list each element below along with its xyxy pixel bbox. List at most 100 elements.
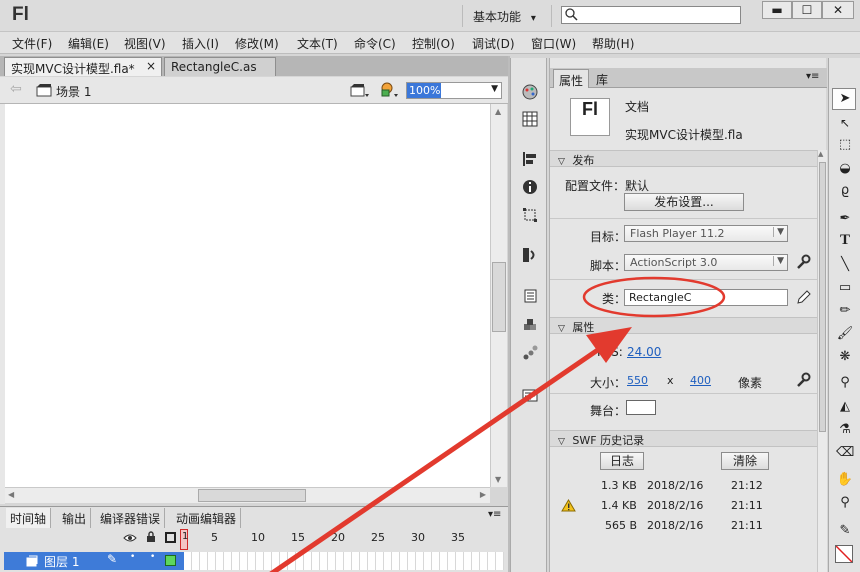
target-select[interactable]: Flash Player 11.2 ▼: [624, 225, 788, 242]
stage-canvas[interactable]: [5, 104, 490, 487]
eraser-tool-icon[interactable]: ⌫: [836, 444, 854, 462]
panel-menu-icon[interactable]: ▾≡: [806, 71, 819, 82]
fill-color-swatch[interactable]: [835, 545, 853, 563]
menu-text[interactable]: 文本(T): [297, 35, 338, 52]
tab-fla-document[interactable]: 实现MVC设计模型.fla* ×: [4, 57, 162, 76]
wrench-icon[interactable]: [795, 372, 811, 388]
3d-rotation-tool-icon[interactable]: ◒: [836, 160, 854, 178]
back-arrow-icon[interactable]: ⇦: [10, 81, 22, 97]
frame-cells[interactable]: [184, 552, 504, 570]
section-properties[interactable]: ▽ 属性: [550, 317, 818, 334]
edit-scene-icon[interactable]: [350, 82, 370, 99]
height-value[interactable]: 400: [690, 374, 711, 387]
stroke-color-icon[interactable]: ✎: [836, 522, 854, 540]
stage-color-swatch[interactable]: [626, 400, 656, 415]
history-size: 1.3 KB: [601, 479, 637, 492]
menu-insert[interactable]: 插入(I): [182, 35, 219, 52]
bone-tool-icon[interactable]: ⚲: [836, 374, 854, 392]
transform-icon[interactable]: [522, 207, 538, 223]
scroll-up-icon[interactable]: ▲: [495, 107, 501, 116]
section-swf-history[interactable]: ▽ SWF 历史记录: [550, 430, 818, 447]
align-icon[interactable]: [522, 151, 538, 167]
layer-row[interactable]: 图层 1 ✎ • •: [4, 552, 504, 570]
code-snippets-icon[interactable]: [522, 247, 538, 263]
menu-view[interactable]: 视图(V): [124, 35, 166, 52]
tab-properties[interactable]: 属性: [553, 69, 589, 88]
tab-library[interactable]: 库: [591, 70, 617, 88]
dot-icon[interactable]: •: [130, 552, 135, 562]
eyedropper-tool-icon[interactable]: ⚗: [836, 421, 854, 439]
scroll-down-icon[interactable]: ▼: [495, 475, 501, 484]
swatches-icon[interactable]: [522, 111, 538, 127]
menu-modify[interactable]: 修改(M): [235, 35, 279, 52]
eye-icon[interactable]: [123, 533, 137, 543]
scrollbar-thumb[interactable]: [492, 262, 506, 332]
pencil-tool-icon[interactable]: ✏: [836, 302, 854, 320]
pen-tool-icon[interactable]: ✒: [836, 210, 854, 228]
history-icon[interactable]: [522, 387, 538, 403]
tab-timeline[interactable]: 时间轴: [6, 508, 52, 528]
paint-bucket-tool-icon[interactable]: ◭: [836, 398, 854, 416]
layer-color-swatch[interactable]: [165, 555, 176, 566]
outline-icon[interactable]: [165, 532, 176, 543]
lock-icon[interactable]: [146, 531, 156, 543]
menu-help[interactable]: 帮助(H): [592, 35, 634, 52]
script-select[interactable]: ActionScript 3.0 ▼: [624, 254, 788, 271]
chevron-down-icon: ▾: [530, 13, 536, 24]
line-tool-icon[interactable]: ╲: [836, 256, 854, 274]
scrollbar-thumb[interactable]: [198, 489, 306, 502]
search-input[interactable]: [561, 6, 741, 24]
maximize-button[interactable]: ☐: [792, 1, 822, 19]
menu-edit[interactable]: 编辑(E): [68, 35, 109, 52]
tools-panel: ➤ ↖ ⬚ ◒ ϱ ✒ T ╲ ▭ ✏ 🖌 ❋ ⚲ ◭ ⚗ ⌫ ✋ ⚲ ✎: [828, 58, 860, 572]
info-icon[interactable]: [522, 179, 538, 195]
lasso-tool-icon[interactable]: ϱ: [836, 182, 854, 200]
rectangle-tool-icon[interactable]: ▭: [836, 279, 854, 297]
hand-tool-icon[interactable]: ✋: [836, 471, 854, 489]
scrollbar-thumb[interactable]: [819, 162, 826, 432]
scroll-up-icon[interactable]: ▲: [818, 150, 823, 158]
tab-output[interactable]: 输出: [58, 508, 92, 528]
selection-tool-icon[interactable]: ➤: [836, 90, 854, 108]
class-input[interactable]: RectangleC: [624, 289, 788, 306]
text-tool-icon[interactable]: T: [836, 232, 854, 250]
workspace-switcher[interactable]: 基本功能 ▾: [462, 5, 552, 27]
tab-motion-editor[interactable]: 动画编辑器: [172, 508, 242, 528]
menu-window[interactable]: 窗口(W): [531, 35, 576, 52]
free-transform-tool-icon[interactable]: ⬚: [836, 136, 854, 154]
stage-vertical-scrollbar[interactable]: ▲ ▼: [490, 104, 507, 487]
scroll-left-icon[interactable]: ◀: [8, 490, 14, 499]
menu-commands[interactable]: 命令(C): [354, 35, 396, 52]
tab-as-file[interactable]: RectangleC.as: [164, 57, 276, 76]
subselection-tool-icon[interactable]: ↖: [836, 114, 854, 132]
motion-presets-icon[interactable]: [522, 345, 538, 361]
menu-file[interactable]: 文件(F): [12, 35, 52, 52]
minimize-button[interactable]: ▬: [762, 1, 792, 19]
zoom-tool-icon[interactable]: ⚲: [836, 494, 854, 512]
menu-control[interactable]: 控制(O): [412, 35, 455, 52]
wrench-icon[interactable]: [795, 254, 811, 270]
clear-button[interactable]: 清除: [721, 452, 769, 470]
library-cubes-icon[interactable]: [522, 317, 538, 333]
stage-horizontal-scrollbar[interactable]: ◀ ▶: [5, 487, 490, 503]
deco-tool-icon[interactable]: ❋: [836, 348, 854, 366]
scroll-right-icon[interactable]: ▶: [480, 490, 486, 499]
pencil-icon[interactable]: [796, 289, 812, 305]
dot-icon[interactable]: •: [150, 552, 155, 562]
publish-settings-button[interactable]: 发布设置...: [624, 193, 744, 211]
tab-compiler-errors[interactable]: 编译器错误: [96, 508, 166, 528]
width-value[interactable]: 550: [627, 374, 648, 387]
color-palette-icon[interactable]: [522, 84, 538, 100]
section-publish[interactable]: ▽ 发布: [550, 150, 818, 167]
components-icon[interactable]: [522, 289, 538, 305]
fps-value[interactable]: 24.00: [627, 345, 661, 359]
properties-scrollbar[interactable]: ▲: [817, 150, 827, 572]
panel-menu-icon[interactable]: ▾≡: [488, 509, 501, 520]
close-button[interactable]: ✕: [822, 1, 854, 19]
edit-symbols-icon[interactable]: [378, 81, 400, 99]
zoom-select[interactable]: 100% ▼: [406, 82, 502, 99]
close-icon[interactable]: ×: [146, 59, 156, 73]
menu-debug[interactable]: 调试(D): [472, 35, 515, 52]
brush-tool-icon[interactable]: 🖌: [836, 325, 854, 343]
log-button[interactable]: 日志: [600, 452, 644, 470]
